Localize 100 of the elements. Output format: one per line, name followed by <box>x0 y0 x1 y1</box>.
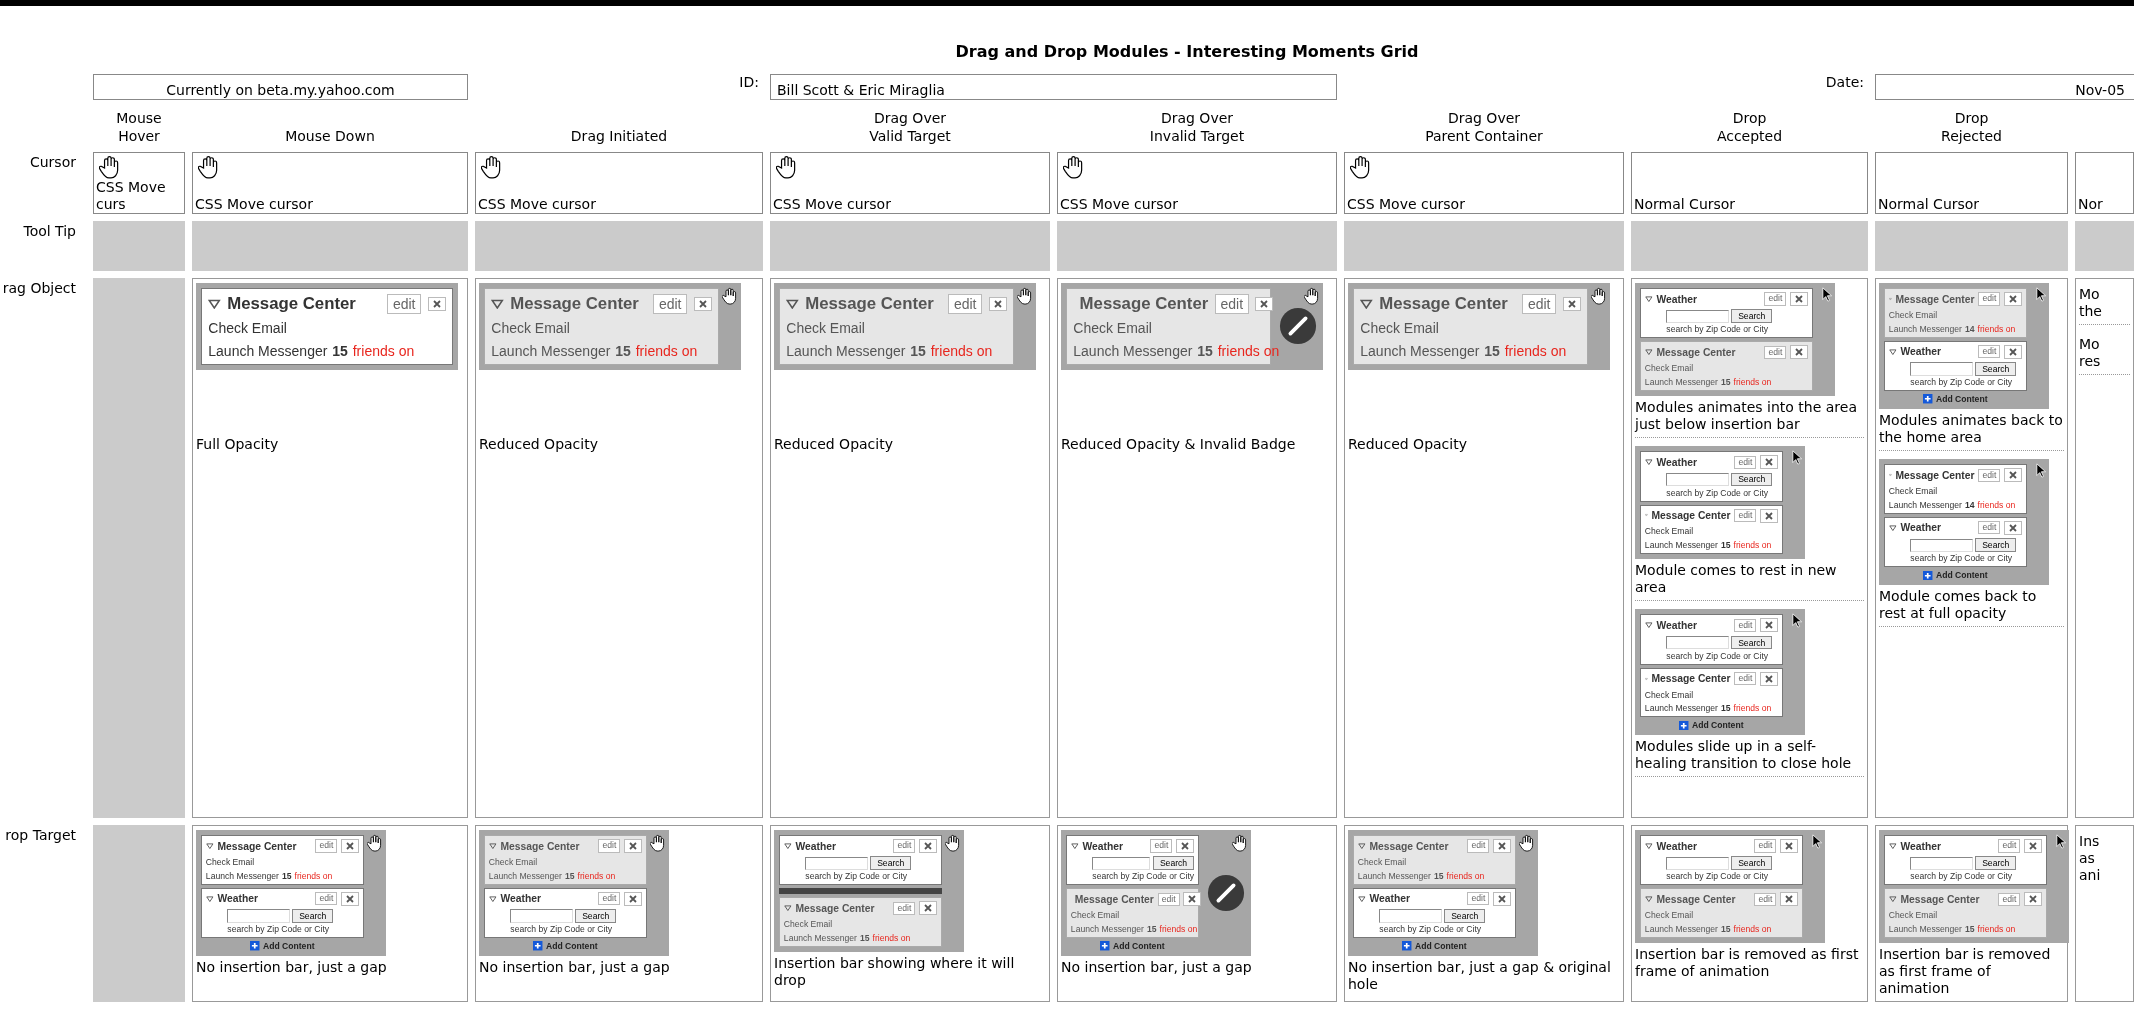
edit-button[interactable]: edit <box>893 901 916 916</box>
zip-field[interactable] <box>1666 636 1729 650</box>
zip-field[interactable] <box>1666 472 1729 487</box>
collapse-icon[interactable] <box>205 895 214 902</box>
search-button[interactable]: Search <box>1731 472 1773 487</box>
close-button[interactable] <box>2004 292 2023 306</box>
close-button[interactable] <box>988 297 1007 311</box>
edit-button[interactable]: edit <box>1978 521 2001 535</box>
collapse-icon[interactable] <box>488 842 497 850</box>
close-button[interactable] <box>1255 297 1274 311</box>
edit-button[interactable]: edit <box>1467 839 1490 853</box>
edit-button[interactable]: edit <box>1754 892 1777 906</box>
zip-field[interactable] <box>1910 538 1973 552</box>
collapse-icon[interactable] <box>1888 524 1897 532</box>
messenger-link[interactable]: Launch Messenger <box>205 870 279 881</box>
add-content-link[interactable]: Add Content <box>1691 720 1744 731</box>
edit-button[interactable]: edit <box>893 839 916 853</box>
messenger-link[interactable]: Launch Messenger <box>1070 924 1144 935</box>
close-button[interactable] <box>1760 671 1779 686</box>
close-button[interactable] <box>1493 839 1512 853</box>
close-button[interactable] <box>1493 891 1512 906</box>
close-button[interactable] <box>1176 839 1195 853</box>
zip-field[interactable] <box>1666 856 1729 870</box>
collapse-icon[interactable] <box>1644 842 1653 850</box>
collapse-icon[interactable] <box>1644 896 1653 903</box>
edit-button[interactable]: edit <box>1764 292 1787 306</box>
email-link[interactable]: Check Email <box>205 856 360 867</box>
collapse-icon[interactable] <box>786 298 799 310</box>
email-link[interactable]: Check Email <box>783 919 938 930</box>
search-button[interactable]: Search <box>1975 362 2017 376</box>
email-link[interactable]: Check Email <box>488 856 643 867</box>
close-button[interactable] <box>693 297 712 311</box>
add-content-link[interactable]: Add Content <box>1112 941 1165 952</box>
add-content-link[interactable]: Add Content <box>1414 941 1467 952</box>
close-button[interactable] <box>1760 455 1779 470</box>
add-content-link[interactable]: Add Content <box>262 941 315 952</box>
messenger-link[interactable]: Launch Messenger <box>1888 499 1962 510</box>
search-button[interactable]: Search <box>1444 909 1486 923</box>
messenger-link[interactable]: Launch Messenger <box>1888 924 1962 935</box>
collapse-icon[interactable] <box>1360 298 1373 310</box>
collapse-icon[interactable] <box>783 905 792 912</box>
plus-icon[interactable] <box>1923 570 1933 581</box>
messenger-link[interactable]: Launch Messenger <box>1644 377 1718 388</box>
email-link[interactable]: Check Email <box>1888 910 2043 921</box>
edit-button[interactable]: edit <box>1978 468 2001 482</box>
email-link[interactable]: Check Email <box>786 320 1007 337</box>
collapse-icon[interactable] <box>1357 842 1366 850</box>
messenger-link[interactable]: Launch Messenger <box>783 933 857 944</box>
email-link[interactable]: Check Email <box>1888 486 2023 496</box>
search-button[interactable]: Search <box>1975 856 2017 871</box>
messenger-link[interactable]: Launch Messenger <box>1360 342 1480 359</box>
close-button[interactable] <box>2024 892 2043 907</box>
plus-icon[interactable] <box>1402 941 1412 951</box>
messenger-link[interactable]: Launch Messenger <box>1073 342 1193 359</box>
close-button[interactable] <box>1780 892 1799 907</box>
collapse-icon[interactable] <box>1070 842 1079 850</box>
search-button[interactable]: Search <box>1152 856 1195 871</box>
search-button[interactable]: Search <box>870 856 912 871</box>
close-button[interactable] <box>624 839 643 853</box>
edit-button[interactable]: edit <box>653 293 688 315</box>
zip-field[interactable] <box>1092 856 1151 870</box>
edit-button[interactable]: edit <box>598 892 621 906</box>
close-button[interactable] <box>1790 292 1809 306</box>
close-button[interactable] <box>1183 892 1202 907</box>
zip-field[interactable] <box>1379 909 1442 923</box>
messenger-link[interactable]: Launch Messenger <box>786 342 906 359</box>
plus-icon[interactable] <box>1679 720 1689 731</box>
email-link[interactable]: Check Email <box>491 320 712 337</box>
messenger-link[interactable]: Launch Messenger <box>491 342 611 359</box>
collapse-icon[interactable] <box>1888 842 1897 850</box>
zip-field[interactable] <box>1910 362 1973 376</box>
collapse-icon[interactable] <box>1888 348 1897 355</box>
zip-field[interactable] <box>1666 309 1729 323</box>
edit-button[interactable]: edit <box>948 293 983 315</box>
messenger-link[interactable]: Launch Messenger <box>1357 870 1431 881</box>
edit-button[interactable]: edit <box>315 839 338 853</box>
edit-button[interactable]: edit <box>1754 839 1777 853</box>
edit-button[interactable]: edit <box>1157 892 1180 906</box>
messenger-link[interactable]: Launch Messenger <box>1644 703 1718 714</box>
edit-button[interactable]: edit <box>1214 293 1249 315</box>
email-link[interactable]: Check Email <box>1888 309 2023 320</box>
email-link[interactable]: Check Email <box>1073 320 1264 337</box>
email-link[interactable]: Check Email <box>1357 856 1512 867</box>
edit-button[interactable]: edit <box>1734 672 1757 686</box>
plus-icon[interactable] <box>1100 941 1110 951</box>
close-button[interactable] <box>341 891 360 906</box>
collapse-icon[interactable] <box>783 842 792 850</box>
collapse-icon[interactable] <box>1644 295 1653 303</box>
edit-button[interactable]: edit <box>1734 455 1757 469</box>
email-link[interactable]: Check Email <box>1644 910 1799 921</box>
plus-icon[interactable] <box>250 941 260 951</box>
close-button[interactable] <box>2004 344 2023 359</box>
collapse-icon[interactable] <box>1357 895 1366 902</box>
edit-button[interactable]: edit <box>1764 345 1787 359</box>
search-button[interactable]: Search <box>1731 309 1773 324</box>
edit-button[interactable]: edit <box>1978 292 2001 306</box>
close-button[interactable] <box>1780 839 1799 853</box>
collapse-icon[interactable] <box>488 895 497 902</box>
add-content-link[interactable]: Add Content <box>1935 570 1988 581</box>
messenger-link[interactable]: Launch Messenger <box>1644 924 1718 935</box>
